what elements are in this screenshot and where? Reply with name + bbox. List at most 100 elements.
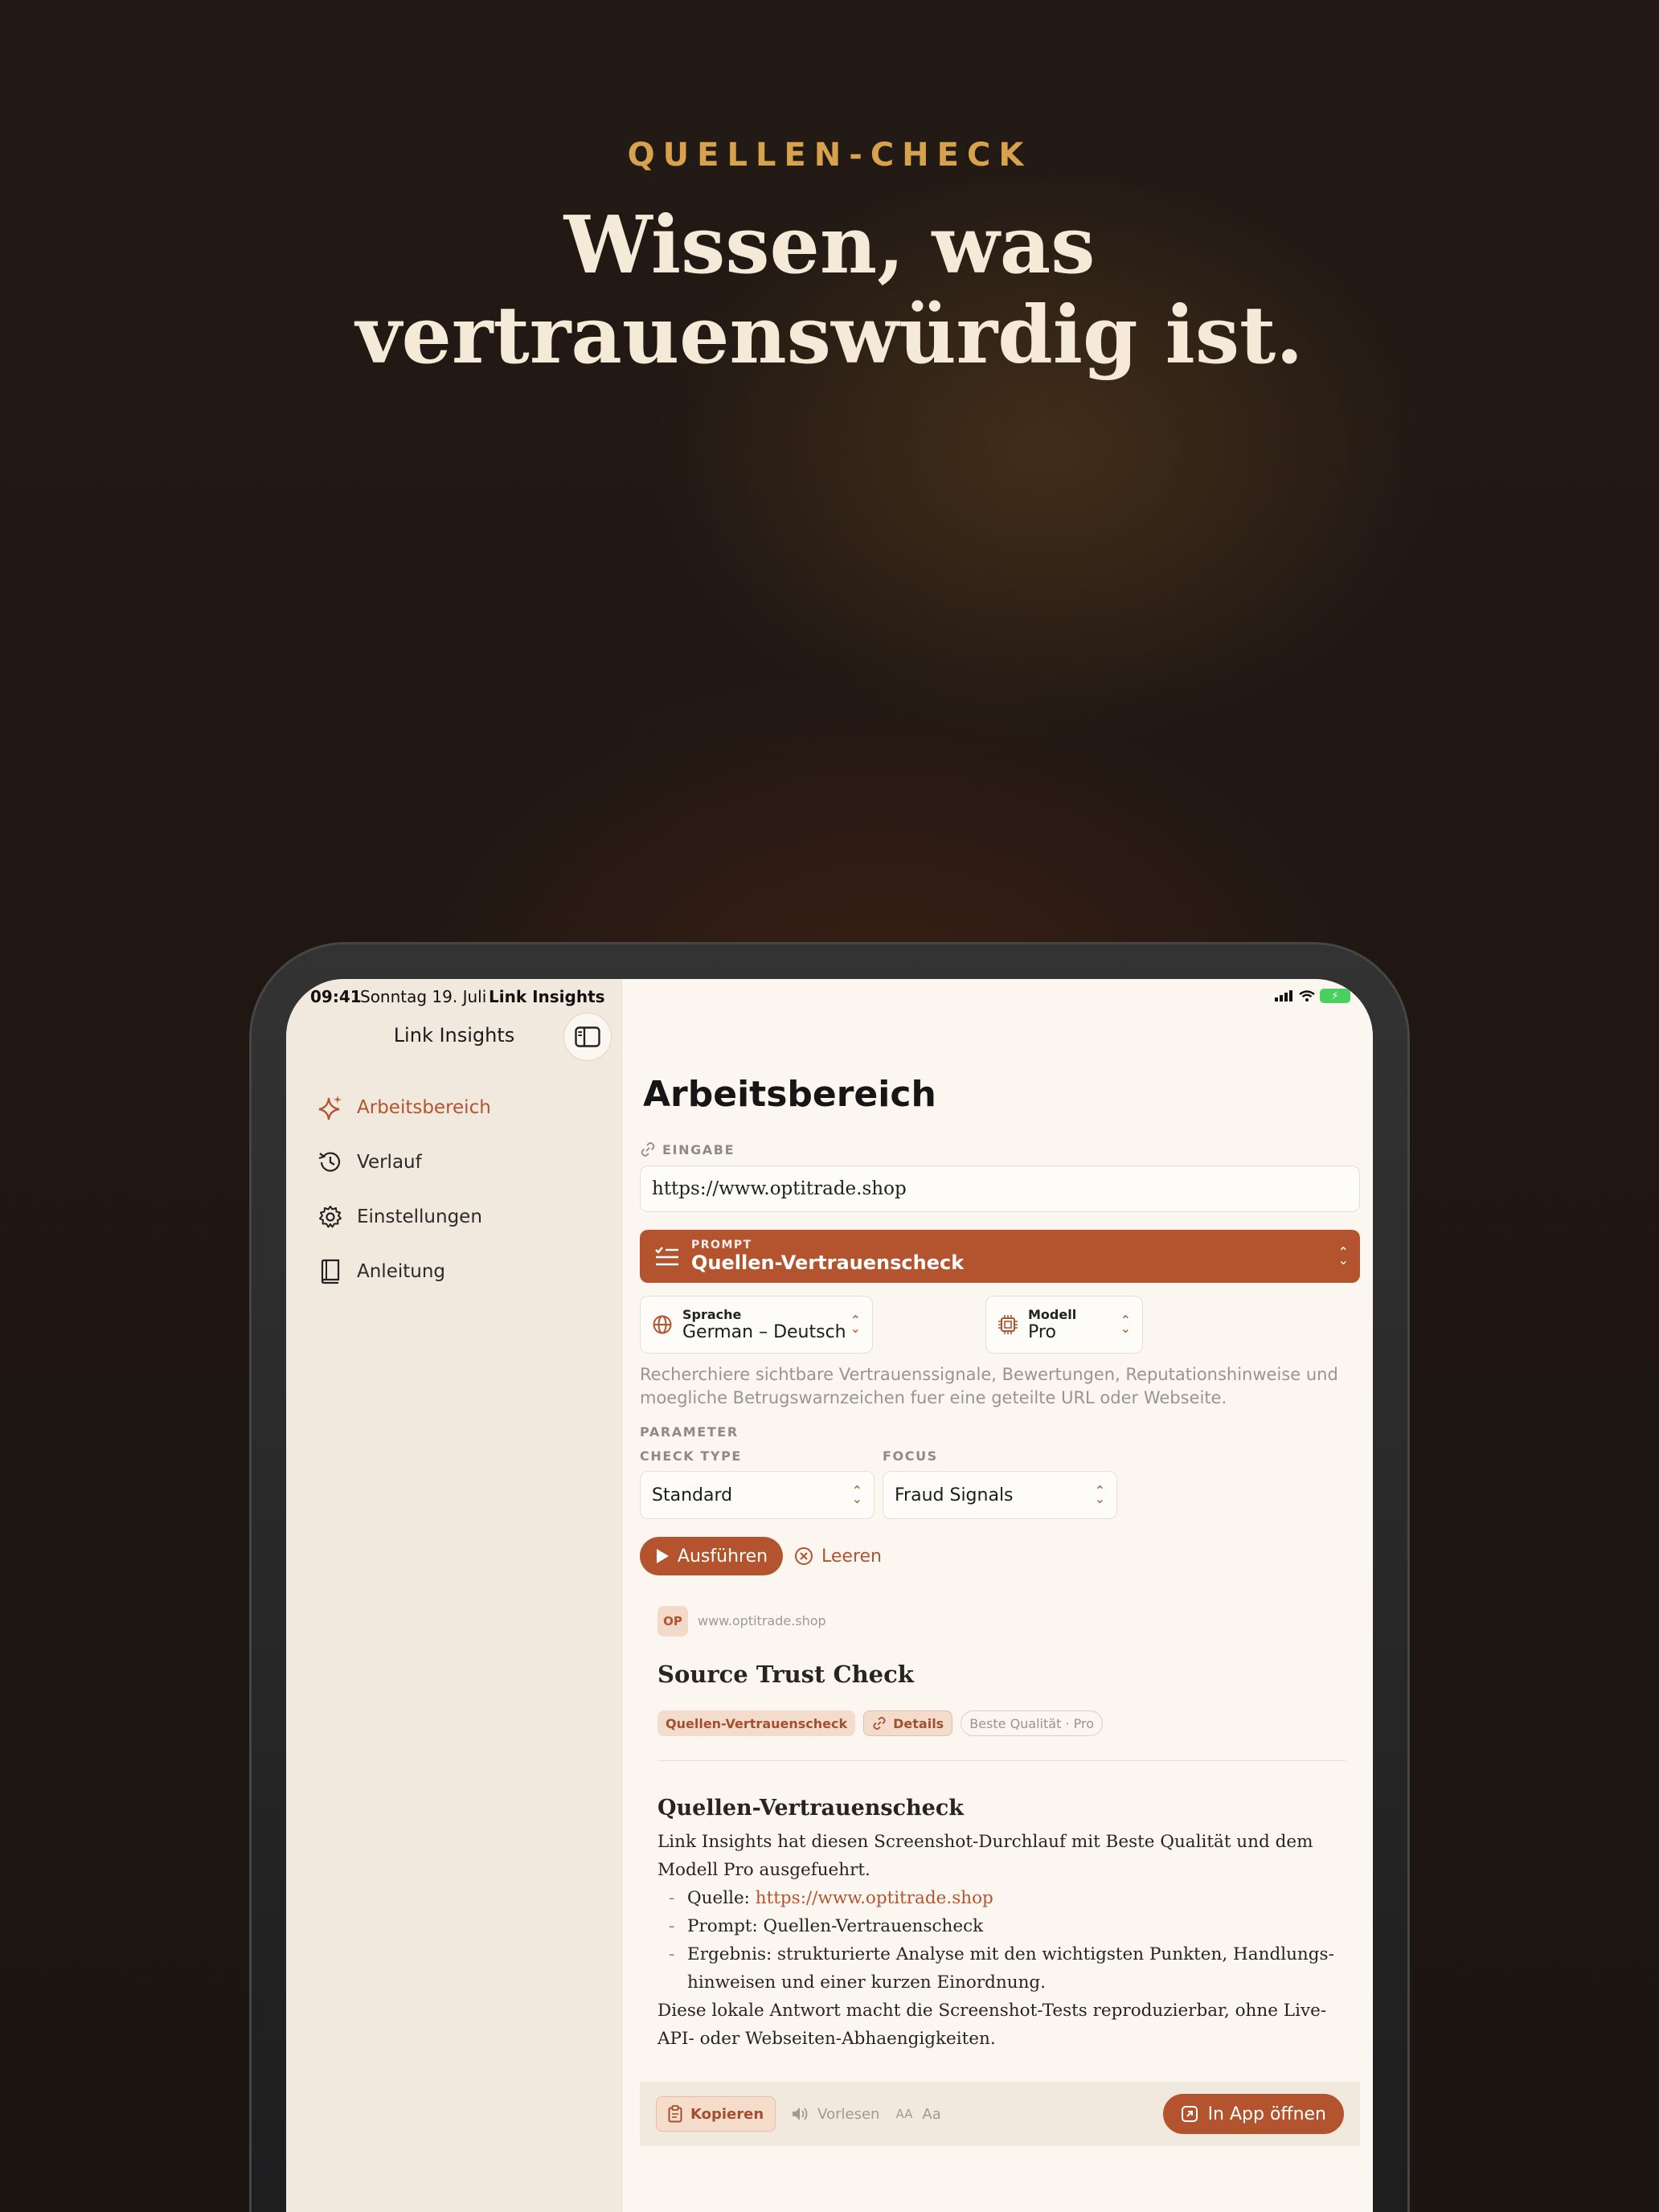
history-icon bbox=[317, 1149, 344, 1176]
wifi-icon bbox=[1299, 990, 1315, 1002]
read-aloud-label: Vorlesen bbox=[817, 2105, 880, 2123]
battery-charging-icon: ⚡ bbox=[1320, 989, 1350, 1003]
cellular-signal-icon bbox=[1275, 990, 1292, 1002]
font-size-decrease-button[interactable]: AA bbox=[895, 2107, 912, 2121]
sidebar-item-verlauf[interactable]: Verlauf bbox=[317, 1135, 491, 1190]
focus-value: Fraud Signals bbox=[895, 1485, 1014, 1505]
prompt-selector[interactable]: PROMPT Quellen-Vertrauenscheck ⌃ ⌄ bbox=[640, 1230, 1360, 1283]
list-item: Quelle: https://www.optitrade.shop bbox=[657, 1884, 1355, 1912]
hero-headline-line-2: vertrauenswürdig ist. bbox=[355, 289, 1304, 382]
run-button-label: Ausführen bbox=[677, 1546, 768, 1567]
chevron-up-down-icon: ⌃ ⌄ bbox=[1120, 1313, 1131, 1336]
prompt-label: PROMPT bbox=[691, 1239, 752, 1251]
sidebar-item-label: Einstellungen bbox=[357, 1206, 482, 1227]
speaker-icon bbox=[793, 2108, 808, 2120]
play-icon bbox=[656, 1549, 669, 1563]
status-date: Sonntag 19. Juli bbox=[360, 987, 487, 1006]
checklist-icon bbox=[655, 1247, 678, 1266]
result-divider bbox=[657, 1760, 1346, 1761]
check-type-label: CHECK TYPE bbox=[640, 1448, 742, 1464]
input-section-label: EINGABE bbox=[640, 1141, 735, 1157]
chip-icon bbox=[998, 1315, 1018, 1334]
sidebar-item-arbeitsbereich[interactable]: Arbeitsbereich bbox=[317, 1080, 491, 1135]
sidebar-nav: Arbeitsbereich Verlauf Einstellungen Anl… bbox=[317, 1080, 491, 1299]
result-section-title: Quellen-Vertrauenscheck bbox=[657, 1796, 964, 1821]
sidebar-item-einstellungen[interactable]: Einstellungen bbox=[317, 1190, 491, 1244]
parameter-label: PARAMETER bbox=[640, 1424, 739, 1440]
sidebar-item-anleitung[interactable]: Anleitung bbox=[317, 1244, 491, 1299]
chevron-up-down-icon: ⌃ ⌄ bbox=[851, 1483, 862, 1506]
source-label: Quelle: bbox=[687, 1888, 756, 1908]
close-circle-icon bbox=[795, 1547, 813, 1565]
status-time: 09:41 bbox=[310, 987, 362, 1006]
status-bar: 09:41 Sonntag 19. Juli Link Insights ⚡ bbox=[286, 979, 1373, 1019]
details-label: Details bbox=[893, 1715, 944, 1731]
list-item: Ergebnis: strukturierte Analyse mit den … bbox=[657, 1940, 1355, 1997]
gear-icon bbox=[317, 1203, 344, 1231]
chevron-up-down-icon: ⌃ ⌄ bbox=[1337, 1244, 1349, 1268]
sidebar-toggle-button[interactable] bbox=[563, 1013, 612, 1061]
tablet-screen: 09:41 Sonntag 19. Juli Link Insights ⚡ L… bbox=[286, 979, 1373, 2212]
hero-headline-line-1: Wissen, was bbox=[563, 199, 1096, 292]
hero-headline: Wissen, was vertrauenswürdig ist. bbox=[0, 201, 1659, 381]
chevron-up-down-icon: ⌃ ⌄ bbox=[1094, 1483, 1105, 1506]
model-value: Pro bbox=[1028, 1322, 1056, 1342]
result-chips: Quellen-Vertrauenscheck Details Beste Qu… bbox=[657, 1710, 1103, 1736]
read-aloud-button[interactable]: Vorlesen bbox=[792, 2106, 879, 2123]
language-selector[interactable]: Sprache German – Deutsch ⌃ ⌄ bbox=[640, 1296, 873, 1354]
book-icon bbox=[317, 1258, 344, 1285]
sidebar-item-label: Verlauf bbox=[357, 1152, 422, 1173]
chevron-up-down-icon: ⌃ ⌄ bbox=[850, 1313, 861, 1336]
source-badge: OP bbox=[657, 1606, 688, 1636]
source-link[interactable]: https://www.optitrade.shop bbox=[756, 1888, 993, 1908]
open-in-app-button[interactable]: In App öffnen bbox=[1162, 2094, 1344, 2134]
prompt-value: Quellen-Vertrauenscheck bbox=[691, 1251, 965, 1274]
clear-button[interactable]: Leeren bbox=[794, 1537, 882, 1575]
status-indicators: ⚡ bbox=[1275, 989, 1350, 1003]
main-content: Arbeitsbereich EINGABE https://www.optit… bbox=[622, 979, 1373, 2212]
clipboard-icon bbox=[668, 2105, 682, 2123]
sidebar-toggle-icon bbox=[575, 1026, 600, 1047]
clear-button-label: Leeren bbox=[821, 1546, 882, 1567]
copy-button-label: Kopieren bbox=[690, 2105, 764, 2123]
copy-button[interactable]: Kopieren bbox=[656, 2096, 776, 2132]
model-selector[interactable]: Modell Pro ⌃ ⌄ bbox=[985, 1296, 1143, 1354]
language-label: Sprache bbox=[682, 1307, 742, 1322]
result-title: Source Trust Check bbox=[657, 1661, 914, 1688]
focus-label: FOCUS bbox=[883, 1448, 938, 1464]
font-small-label: AA bbox=[895, 2107, 913, 2121]
input-label: EINGABE bbox=[662, 1141, 735, 1157]
page-title: Arbeitsbereich bbox=[643, 1074, 936, 1115]
source-domain: www.optitrade.shop bbox=[698, 1613, 826, 1628]
url-input[interactable]: https://www.optitrade.shop bbox=[640, 1165, 1360, 1212]
link-icon bbox=[873, 1717, 886, 1730]
open-external-icon bbox=[1181, 2106, 1198, 2122]
quality-chip: Beste Qualität · Pro bbox=[961, 1710, 1103, 1736]
globe-icon bbox=[653, 1315, 672, 1334]
font-size-increase-button[interactable]: Aa bbox=[922, 2106, 940, 2123]
run-button[interactable]: Ausführen bbox=[640, 1537, 783, 1575]
link-icon bbox=[641, 1142, 655, 1157]
font-large-label: Aa bbox=[922, 2105, 941, 2123]
status-app-name: Link Insights bbox=[489, 987, 605, 1006]
result-intro: Link Insights hat diesen Screenshot-Durc… bbox=[657, 1832, 1313, 1880]
focus-select[interactable]: Fraud Signals ⌃ ⌄ bbox=[883, 1471, 1117, 1519]
sidebar-item-label: Anleitung bbox=[357, 1261, 446, 1282]
result-list: Quelle: https://www.optitrade.shop Promp… bbox=[657, 1884, 1355, 1997]
result-body: Link Insights hat diesen Screenshot-Durc… bbox=[657, 1828, 1355, 2053]
open-in-app-label: In App öffnen bbox=[1207, 2103, 1326, 2124]
result-toolbar: Kopieren Vorlesen AA Aa In App öffnen bbox=[640, 2082, 1360, 2146]
details-button[interactable]: Details bbox=[863, 1710, 953, 1736]
check-type-value: Standard bbox=[652, 1485, 733, 1505]
language-value: German – Deutsch bbox=[682, 1322, 846, 1342]
list-item: Prompt: Quellen-Vertrauenscheck bbox=[657, 1912, 1355, 1940]
check-type-select[interactable]: Standard ⌃ ⌄ bbox=[640, 1471, 875, 1519]
model-label: Modell bbox=[1028, 1307, 1077, 1322]
sidebar: Link Insights Arbeitsbereich Verlauf Ein… bbox=[286, 979, 622, 2212]
prompt-chip: Quellen-Vertrauenscheck bbox=[657, 1710, 856, 1736]
sparkles-icon bbox=[317, 1094, 344, 1121]
hero-kicker: QUELLEN-CHECK bbox=[627, 137, 1032, 174]
sidebar-item-label: Arbeitsbereich bbox=[357, 1097, 491, 1118]
prompt-description: Recherchiere sichtbare Vertrauenssignale… bbox=[640, 1365, 1338, 1407]
result-outro: Diese lokale Antwort macht die Screensho… bbox=[657, 2001, 1327, 2049]
